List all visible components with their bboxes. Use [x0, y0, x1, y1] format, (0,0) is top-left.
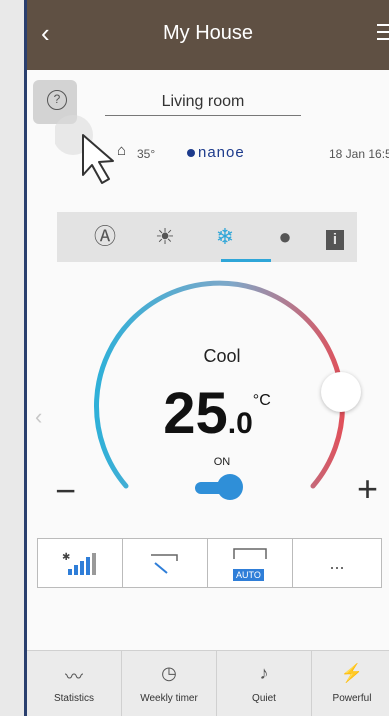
mode-selector: Ⓐ ☀ ❄ ● i: [57, 212, 357, 262]
room-name[interactable]: Living room: [105, 93, 301, 116]
bottom-tab-bar: 〰 Statistics ◷ Weekly timer ♪ Quiet ⚡ Po…: [27, 650, 389, 716]
app-screen: ‹ My House ? Living room ⌂ 35° nanoe 18 …: [24, 0, 389, 716]
more-button[interactable]: ...: [293, 539, 381, 587]
sun-icon: ☀: [155, 224, 175, 249]
temp-decimal: .0: [227, 407, 253, 440]
page-title: My House: [162, 22, 254, 44]
tab-statistics[interactable]: 〰 Statistics: [27, 651, 122, 716]
target-temperature: 25.0°C: [87, 380, 347, 447]
mode-info[interactable]: i: [313, 212, 357, 262]
current-mode-label: Cool: [203, 346, 241, 366]
function-bar: ✱ AUTO ...: [37, 538, 382, 588]
nanoe-dot-icon: [187, 149, 195, 158]
fan-speed-button[interactable]: ✱: [38, 539, 123, 587]
quiet-icon: ♪: [259, 663, 269, 683]
hamburger-menu-icon: [377, 24, 389, 26]
decrease-temp-button[interactable]: −: [55, 470, 76, 512]
active-mode-indicator: [221, 259, 271, 262]
date-time: 18 Jan 16:5: [329, 147, 389, 161]
temp-unit: °C: [252, 392, 271, 409]
tab-weekly-timer[interactable]: ◷ Weekly timer: [122, 651, 217, 716]
cursor-pointer-icon: [55, 115, 114, 184]
powerful-icon: ⚡: [340, 663, 364, 683]
snowflake-icon: ❄: [215, 224, 235, 249]
mode-cool[interactable]: ❄: [203, 212, 247, 262]
previous-arrow-icon[interactable]: ‹: [35, 404, 42, 430]
question-icon: ?: [47, 90, 67, 110]
tab-powerful[interactable]: ⚡ Powerful: [312, 651, 389, 716]
outdoor-temp: 35°: [137, 147, 156, 161]
app-header: ‹ My House: [27, 0, 389, 70]
swing-icon: [151, 554, 178, 575]
air-swing-button[interactable]: [123, 539, 208, 587]
nanoe-logo: nanoe: [187, 144, 245, 161]
auto-mode-icon: Ⓐ: [93, 224, 116, 249]
mode-dry[interactable]: ●: [263, 212, 307, 262]
clock-icon: ◷: [161, 663, 177, 683]
power-toggle[interactable]: [193, 474, 249, 500]
power-label: ON: [213, 456, 231, 468]
svg-text:✱: ✱: [62, 552, 70, 563]
menu-button[interactable]: [377, 24, 389, 45]
drop-icon: ●: [278, 224, 292, 249]
chart-icon: 〰: [65, 667, 83, 687]
auto-swing-button[interactable]: AUTO: [208, 539, 293, 587]
info-icon: i: [326, 230, 344, 250]
tab-quiet[interactable]: ♪ Quiet: [217, 651, 312, 716]
mode-heat[interactable]: ☀: [143, 212, 187, 262]
increase-temp-button[interactable]: +: [357, 468, 378, 510]
mode-auto[interactable]: Ⓐ: [83, 212, 127, 262]
auto-badge: AUTO: [233, 569, 264, 581]
temp-integer: 25: [163, 381, 228, 446]
auto-swing-icon: [233, 548, 267, 559]
fan-speed-icon: ✱: [62, 552, 96, 576]
